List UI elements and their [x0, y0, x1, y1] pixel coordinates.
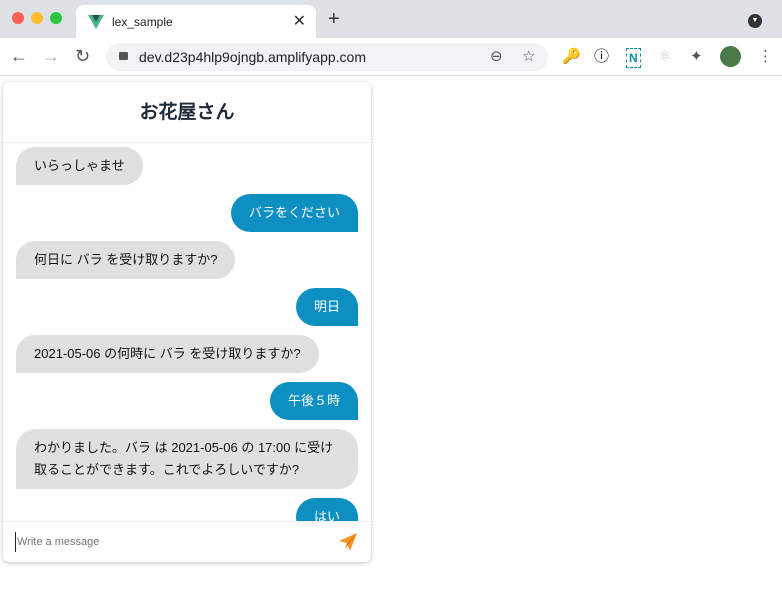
browser-toolbar: ← → ↻ dev.d23p4hlp9ojngb.amplifyapp.com … [0, 38, 782, 76]
message-bubble: いらっしゃませ [16, 147, 143, 185]
key-extension-icon[interactable]: 🔑 [562, 48, 581, 66]
more-menu-icon[interactable]: ⋮ [758, 48, 773, 66]
react-extension-icon[interactable]: ⚛ [658, 48, 671, 66]
new-tab-button[interactable]: + [328, 8, 340, 31]
bot-message: 何日に バラ を受け取りますか? [16, 241, 358, 279]
address-bar[interactable]: dev.d23p4hlp9ojngb.amplifyapp.com ⊖ ☆ [106, 43, 548, 71]
n-extension-icon[interactable]: N [626, 48, 641, 68]
back-icon[interactable]: ← [10, 46, 28, 67]
tab-title: lex_sample [112, 15, 173, 29]
tab-search-icon[interactable]: ▼ [748, 14, 762, 28]
message-bubble: 午後５時 [269, 382, 358, 420]
bot-message: わかりました。バラ は 2021-05-06 の 17:00 に受け取ることがで… [16, 429, 358, 489]
message-bubble: 2021-05-06 の何時に バラ を受け取りますか? [16, 335, 319, 373]
bookmark-star-icon[interactable]: ☆ [522, 47, 535, 65]
message-composer [3, 521, 371, 562]
message-bubble: はい [295, 498, 358, 521]
minimize-window-button[interactable] [31, 12, 43, 24]
vue-logo-icon [88, 15, 104, 29]
chat-title: お花屋さん [3, 82, 371, 143]
bot-message: いらっしゃませ [16, 147, 358, 185]
message-bubble: わかりました。バラ は 2021-05-06 の 17:00 に受け取ることがで… [16, 429, 358, 489]
send-icon[interactable] [339, 533, 357, 551]
browser-tab[interactable]: lex_sample ✕ [76, 5, 316, 39]
message-bubble: バラをください [230, 194, 358, 232]
bot-message: 2021-05-06 の何時に バラ を受け取りますか? [16, 335, 358, 373]
user-message: 午後５時 [16, 382, 358, 420]
zoom-icon[interactable]: ⊖ [490, 47, 503, 65]
extensions-puzzle-icon[interactable]: ✦ [690, 48, 703, 66]
forward-icon[interactable]: → [42, 46, 60, 67]
profile-avatar[interactable] [720, 46, 741, 67]
user-message: バラをください [16, 194, 358, 232]
tab-strip: lex_sample ✕ + ▼ [0, 0, 782, 39]
maximize-window-button[interactable] [50, 12, 62, 24]
password-extension-icon[interactable]: ⓘ [594, 48, 609, 66]
message-bubble: 何日に バラ を受け取りますか? [16, 241, 236, 279]
user-message: 明日 [16, 288, 358, 326]
lock-icon [119, 52, 128, 60]
message-bubble: 明日 [295, 288, 358, 326]
close-tab-icon[interactable]: ✕ [293, 11, 306, 31]
close-window-button[interactable] [12, 12, 24, 24]
chatbot-panel: お花屋さん いらっしゃませバラをください何日に バラ を受け取りますか? 明日 20… [3, 82, 371, 562]
url-text: dev.d23p4hlp9ojngb.amplifyapp.com [139, 49, 367, 65]
message-input[interactable] [15, 532, 325, 552]
message-list[interactable]: いらっしゃませバラをください何日に バラ を受け取りますか? 明日 2021-05-… [3, 144, 371, 521]
reload-icon[interactable]: ↻ [75, 46, 90, 67]
user-message: はい [16, 498, 358, 521]
